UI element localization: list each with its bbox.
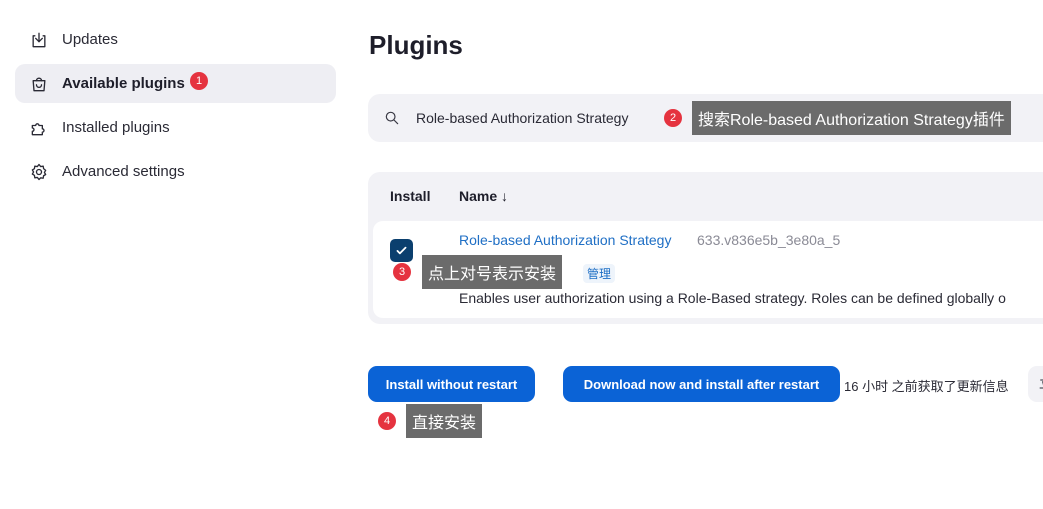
shopping-bag-icon — [28, 73, 50, 95]
update-info: 16 小时 之前获取了更新信息 — [844, 379, 1009, 394]
sidebar-item-available-plugins[interactable]: Available plugins 1 — [15, 64, 336, 103]
gear-icon — [28, 161, 50, 183]
page-title: Plugins — [369, 30, 463, 60]
puzzle-icon — [28, 117, 50, 139]
annotation-tooltip: 直接安装 — [406, 404, 483, 438]
sidebar-item-label: Advanced settings — [62, 163, 185, 180]
install-without-restart-button[interactable]: Install without restart — [368, 366, 535, 402]
step-badge: 3 — [393, 263, 411, 281]
sidebar-item-advanced-settings[interactable]: Advanced settings — [15, 152, 336, 191]
search-icon — [384, 109, 402, 127]
step-badge: 4 — [378, 412, 396, 430]
check-now-button[interactable]: 立 — [1028, 366, 1043, 402]
plugin-category-tag[interactable]: 管理 — [583, 264, 616, 283]
annotation-tooltip: 点上对号表示安装 — [422, 255, 563, 289]
search-input[interactable] — [416, 110, 666, 126]
step-badge: 1 — [190, 72, 208, 90]
plugin-version: 633.v836e5b_3e80a_5 — [697, 232, 841, 248]
download-icon — [28, 29, 50, 51]
download-and-install-button[interactable]: Download now and install after restart — [563, 366, 840, 402]
annotation-tooltip: 搜索Role-based Authorization Strategy插件 — [692, 101, 1011, 135]
sidebar-item-label: Installed plugins — [62, 119, 170, 136]
column-header-install: Install — [390, 188, 431, 204]
sidebar-item-installed-plugins[interactable]: Installed plugins — [15, 108, 336, 147]
sidebar-item-label: Available plugins — [62, 75, 185, 92]
annotation-step-2: 2 搜索Role-based Authorization Strategy插件 — [664, 101, 1011, 135]
column-header-name[interactable]: Name ↓ — [459, 188, 508, 204]
plugin-description: Enables user authorization using a Role-… — [459, 290, 1006, 306]
annotation-step-4: 4 直接安装 — [378, 404, 483, 438]
sidebar-item-label: Updates — [62, 31, 118, 48]
plugin-name-link[interactable]: Role-based Authorization Strategy — [459, 232, 671, 248]
plugins-table: Install Name ↓ Role-based Authorization … — [368, 172, 1043, 324]
sidebar: Updates Available plugins 1 Installed pl… — [15, 20, 336, 196]
sidebar-item-updates[interactable]: Updates — [15, 20, 336, 59]
step-badge: 2 — [664, 109, 682, 127]
annotation-step-3: 3 点上对号表示安装 — [393, 255, 563, 289]
